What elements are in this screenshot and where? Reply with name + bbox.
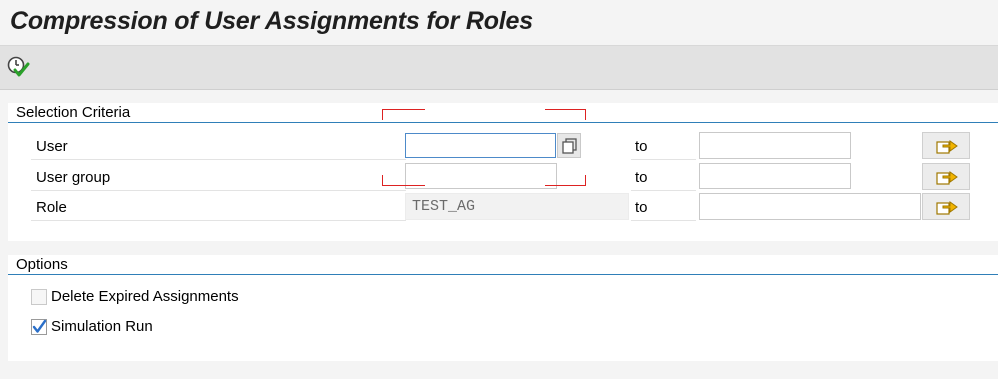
clock-check-icon	[7, 56, 30, 77]
annotation-bracket-bottom-left	[382, 175, 425, 186]
annotation-bracket-top-left	[382, 109, 425, 120]
criteria-row-user: User to	[31, 132, 998, 160]
selection-criteria-title: Selection Criteria	[16, 104, 131, 121]
role-multiple-selection-button[interactable]	[922, 193, 970, 220]
annotation-bracket-bottom-right	[545, 175, 586, 186]
options-header: Options	[8, 255, 998, 275]
execute-button[interactable]	[6, 55, 30, 79]
page-title: Compression of User Assignments for Role…	[10, 7, 533, 35]
criteria-row-role: Role to	[31, 193, 998, 221]
simulation-run-checkbox[interactable]	[31, 319, 47, 335]
selection-criteria-group: Selection Criteria User to User group to	[8, 103, 998, 241]
selection-criteria-header: Selection Criteria	[8, 103, 998, 123]
user-to-input[interactable]	[699, 132, 851, 159]
user-group-to-input[interactable]	[699, 163, 851, 189]
user-value-help-button[interactable]	[557, 133, 581, 158]
user-group-from-input[interactable]	[405, 163, 557, 189]
annotation-bracket-top-right	[545, 109, 586, 120]
user-from-input[interactable]	[405, 133, 556, 158]
user-group-to-label: to	[635, 169, 648, 186]
value-help-icon	[562, 138, 577, 154]
role-label: Role	[36, 199, 67, 216]
criteria-row-user-group: User group to	[31, 163, 998, 191]
user-label: User	[36, 138, 68, 155]
toolbar	[0, 46, 998, 90]
options-title: Options	[16, 256, 68, 273]
role-to-label: to	[635, 199, 648, 216]
role-from-input[interactable]	[405, 193, 629, 220]
user-group-multiple-selection-button[interactable]	[922, 163, 970, 190]
checkmark-icon	[32, 319, 47, 333]
user-multiple-selection-button[interactable]	[922, 132, 970, 159]
user-group-label: User group	[36, 169, 111, 186]
options-group: Options Delete Expired Assignments Simul…	[8, 255, 998, 361]
simulation-run-label: Simulation Run	[51, 318, 153, 335]
multiple-selection-arrow-icon	[936, 201, 958, 215]
delete-expired-label: Delete Expired Assignments	[51, 288, 239, 305]
multiple-selection-arrow-icon	[936, 171, 958, 185]
delete-expired-checkbox[interactable]	[31, 289, 47, 305]
role-to-input[interactable]	[699, 193, 921, 220]
user-to-label: to	[635, 138, 648, 155]
multiple-selection-arrow-icon	[936, 140, 958, 154]
title-bar: Compression of User Assignments for Role…	[0, 0, 998, 46]
